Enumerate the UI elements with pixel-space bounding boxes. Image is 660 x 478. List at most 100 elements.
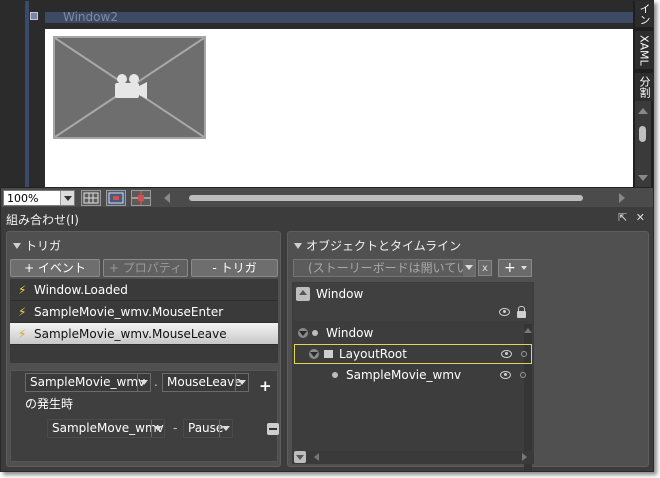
add-storyboard-label: + (504, 260, 516, 276)
trigger-condition-box: SampleMovie_wmv . MouseLeave + の発生時 Samp… (10, 370, 279, 462)
artboard-ruler (25, 1, 29, 187)
chevron-down-icon[interactable] (235, 374, 248, 391)
trigger-label: SampleMovie_wmv.MouseLeave (34, 327, 227, 341)
scroll-thumb[interactable] (189, 195, 583, 201)
window-node-icon (312, 330, 318, 336)
behaviors-panel-header: 組み合わせ(I) ⇱ ✕ (1, 208, 653, 228)
snap-lines-icon (132, 191, 150, 205)
chevron-down-icon[interactable] (137, 374, 150, 391)
object-tree: Window Window LayoutRoot SampleMovie_wmv (292, 282, 534, 471)
undock-icon[interactable]: ⇱ (618, 211, 627, 224)
member-separator: . (154, 375, 158, 389)
chevron-down-icon[interactable] (151, 420, 164, 437)
action-target-select[interactable]: SampleMove_wmv (47, 419, 165, 438)
snap-lines-button[interactable] (131, 190, 151, 206)
collapse-triangle-icon[interactable] (13, 243, 21, 249)
action-method-value: Pause (188, 421, 224, 435)
triggers-section-title[interactable]: トリガ (13, 237, 61, 254)
scroll-down-icon[interactable] (638, 175, 648, 181)
grid-toggle-button[interactable] (81, 190, 101, 206)
tab-xaml[interactable]: XAML (635, 31, 653, 69)
triggers-panel: トリガ + イベント + プロパティ - トリガ ⚡ Window.Loaded … (6, 231, 281, 467)
tree-node-samplemovie[interactable]: SampleMovie_wmv (294, 365, 532, 385)
lock-toggle-icon[interactable] (521, 351, 527, 357)
tree-node-layoutroot[interactable]: LayoutRoot (294, 344, 532, 364)
window-titlebar (45, 12, 633, 23)
action-separator: - (173, 421, 178, 435)
close-storyboard-button[interactable]: x (478, 260, 492, 276)
tab-split[interactable]: 分割 (635, 73, 653, 101)
add-event-trigger-button[interactable]: + イベント (10, 259, 100, 277)
scope-up-icon[interactable] (296, 287, 310, 301)
trigger-source-value: SampleMovie_wmv (30, 375, 146, 389)
trigger-event-value: MouseLeave (167, 375, 242, 389)
design-vertical-scrollbar[interactable] (635, 101, 651, 187)
trigger-item-mouse-leave[interactable]: ⚡ SampleMovie_wmv.MouseLeave (10, 323, 278, 345)
lightning-icon: ⚡ (18, 283, 27, 297)
scroll-thumb[interactable] (639, 126, 646, 142)
trigger-label: Window.Loaded (34, 283, 128, 297)
storyboard-placeholder: (ストーリーボードは開いてい (308, 261, 469, 275)
objects-title-text: オブジェクトとタイムライン (306, 239, 462, 253)
trigger-item-mouse-enter[interactable]: ⚡ SampleMovie_wmv.MouseEnter (10, 301, 278, 323)
eye-icon[interactable] (499, 308, 510, 316)
tree-footer (292, 451, 534, 464)
snap-grid-icon (108, 192, 124, 204)
design-horizontal-scrollbar[interactable] (159, 192, 633, 204)
zoom-toolbar: 100% (1, 187, 653, 207)
tree-node-window[interactable]: Window (294, 323, 532, 343)
eye-icon[interactable] (501, 350, 512, 358)
remove-trigger-button[interactable]: - トリガ (191, 259, 278, 277)
add-action-button[interactable]: + (259, 377, 272, 395)
chevron-down-icon[interactable] (521, 266, 527, 270)
scope-down-icon[interactable] (294, 451, 306, 463)
media-element-placeholder[interactable] (53, 36, 206, 139)
occurs-label: の発生時 (25, 397, 74, 411)
lock-toggle-icon[interactable] (520, 372, 526, 378)
tab-design[interactable]: イン (635, 1, 653, 27)
node-label: LayoutRoot (339, 347, 407, 361)
scroll-right-icon[interactable] (522, 453, 527, 461)
media-placeholder-graphic (55, 38, 204, 137)
window-selection-handle[interactable] (30, 12, 38, 20)
collapse-triangle-icon[interactable] (294, 243, 302, 249)
design-surface[interactable]: Window2 (1, 1, 633, 187)
scroll-left-icon[interactable] (164, 193, 170, 203)
zoom-value: 100% (7, 192, 39, 205)
action-method-select[interactable]: Pause (183, 419, 233, 438)
zoom-select[interactable]: 100% (3, 190, 75, 206)
action-target-value: SampleMove_wmv (52, 421, 164, 435)
media-node-icon (332, 372, 338, 378)
scroll-left-icon[interactable] (314, 453, 319, 461)
grid-icon (83, 192, 99, 204)
lock-icon[interactable] (517, 306, 526, 318)
window-title: Window2 (63, 10, 118, 24)
storyboard-select[interactable]: (ストーリーボードは開いてい (293, 259, 476, 277)
expand-triangle-icon[interactable] (309, 349, 319, 359)
eye-icon[interactable] (500, 371, 511, 379)
trigger-event-select[interactable]: MouseLeave (162, 373, 249, 392)
objects-section-title[interactable]: オブジェクトとタイムライン (294, 237, 461, 254)
trigger-source-select[interactable]: SampleMovie_wmv (25, 373, 151, 392)
chevron-down-icon[interactable] (60, 191, 74, 205)
scroll-up-icon[interactable] (638, 108, 648, 114)
close-icon[interactable]: ✕ (636, 211, 645, 224)
chevron-down-icon[interactable] (463, 260, 475, 276)
scroll-right-icon[interactable] (619, 193, 625, 203)
snap-grid-button[interactable] (106, 190, 126, 206)
objects-timeline-panel: オブジェクトとタイムライン (ストーリーボードは開いてい x + Window (287, 231, 649, 471)
blend-window: Window2 イン XAML 分割 100% 組み合わせ(I) ⇱ ✕ トリガ… (0, 0, 654, 472)
chevron-down-icon[interactable] (219, 420, 232, 437)
grid-node-icon (324, 350, 333, 358)
scope-bar: Window (294, 283, 532, 321)
remove-action-button[interactable] (267, 423, 279, 435)
add-property-trigger-button[interactable]: + プロパティ (103, 259, 188, 277)
trigger-item-window-loaded[interactable]: ⚡ Window.Loaded (10, 279, 278, 301)
node-label: Window (326, 326, 374, 340)
new-storyboard-button[interactable]: + (498, 259, 532, 277)
expand-triangle-icon[interactable] (298, 328, 308, 338)
lightning-icon: ⚡ (18, 305, 27, 319)
video-camera-icon (115, 74, 147, 99)
trigger-label: SampleMovie_wmv.MouseEnter (34, 305, 224, 319)
panel-title: 組み合わせ(I) (6, 213, 79, 227)
